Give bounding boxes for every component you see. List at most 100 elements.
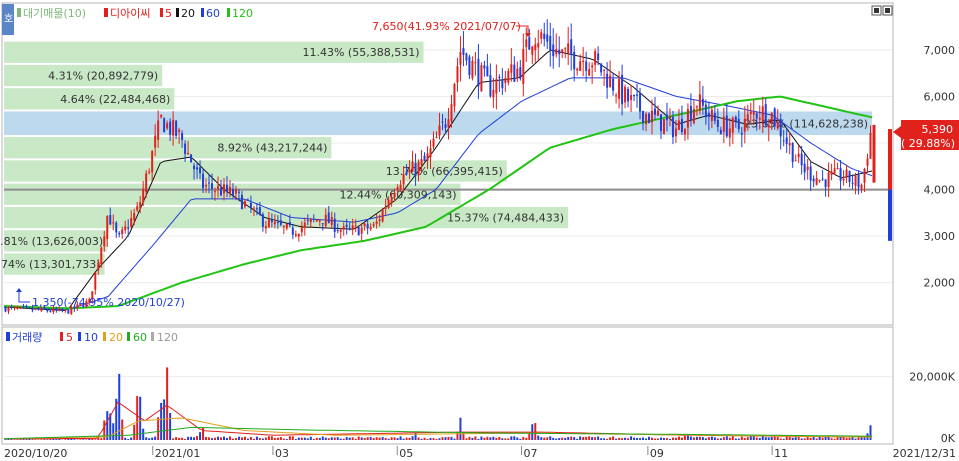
- candle-body: [294, 234, 297, 236]
- price-panel-minimize-button[interactable]: [871, 5, 882, 16]
- volume-profile-label: 11.43% (55,388,531): [302, 46, 419, 59]
- candle-body: [52, 308, 55, 312]
- legend-ma60: 60: [206, 7, 220, 20]
- candle: [662, 118, 665, 135]
- volume-bar: [73, 439, 76, 440]
- volume-bar: [366, 437, 369, 440]
- candle-body: [438, 125, 441, 136]
- volume-bar: [306, 438, 309, 440]
- candle-body: [689, 105, 692, 121]
- volume-profile-label: 15.37% (74,484,433): [447, 212, 564, 225]
- volume-bar: [270, 436, 273, 440]
- candle-body: [863, 169, 866, 183]
- candle-body: [136, 206, 139, 211]
- candle-body: [522, 49, 525, 84]
- candle-body: [178, 129, 181, 132]
- candle-body: [821, 178, 824, 180]
- candle-body: [588, 69, 591, 76]
- candle-body: [764, 104, 767, 125]
- volume-bar: [420, 438, 423, 440]
- legend-ma5-swatch: [160, 8, 163, 17]
- candle-body: [381, 209, 384, 222]
- candle-body: [869, 132, 872, 159]
- candle-body: [636, 94, 639, 96]
- candle-body: [222, 184, 225, 194]
- candle-body: [618, 79, 621, 99]
- candle-body: [441, 121, 444, 123]
- volume-bar: [662, 437, 665, 440]
- volume-bar: [815, 438, 818, 440]
- volume-bar: [336, 437, 339, 440]
- volume-bar: [477, 438, 480, 440]
- legend-ma20-swatch: [176, 8, 179, 17]
- candle: [67, 309, 70, 314]
- candle-body: [749, 111, 752, 115]
- candle-body: [172, 120, 175, 136]
- volume-bar: [630, 436, 633, 440]
- volume-legend-ma120-swatch: [151, 332, 154, 341]
- price-tick-label: 2,000: [924, 277, 956, 290]
- volume-bar: [429, 437, 432, 440]
- candle-body: [264, 226, 267, 229]
- candle-body: [710, 109, 713, 122]
- volume-bar: [55, 439, 58, 440]
- volume-legend-swatch: [6, 332, 10, 341]
- volume-bar: [716, 438, 719, 440]
- candle-body: [273, 221, 276, 225]
- change-up-bar: [888, 129, 892, 190]
- volume-bar: [303, 437, 306, 440]
- volume-bar: [181, 437, 184, 440]
- volume-bar: [501, 438, 504, 440]
- volume-profile-band: 11.43% (55,388,531): [4, 41, 424, 63]
- volume-bar: [782, 438, 785, 440]
- candle-body: [133, 212, 136, 221]
- volume-bar: [258, 438, 261, 440]
- candle-body: [462, 48, 465, 55]
- candle-body: [300, 227, 303, 233]
- volume-bar: [767, 437, 770, 440]
- date-tick-label: 09: [650, 447, 664, 460]
- mode-button-label: 호: [4, 13, 13, 25]
- candle-body: [854, 175, 857, 186]
- candle-body: [447, 119, 450, 128]
- candle-body: [842, 178, 845, 181]
- candle-body: [606, 73, 609, 88]
- candle-body: [671, 117, 674, 138]
- volume-bar: [447, 436, 450, 440]
- volume-bar: [67, 438, 70, 440]
- volume-legend-ma10-swatch: [78, 332, 81, 341]
- candle-body: [411, 161, 414, 172]
- candle-body: [651, 110, 654, 123]
- volume-bar: [516, 437, 519, 440]
- volume-bar: [633, 437, 636, 440]
- volume-bar: [701, 437, 704, 440]
- candle-body: [369, 227, 372, 230]
- volume-bar: [525, 437, 528, 440]
- volume-bar: [267, 436, 270, 440]
- price-panel-close-button[interactable]: [882, 5, 893, 16]
- volume-profile-label: 2.74% (13,301,733): [0, 258, 101, 271]
- volume-bar: [279, 437, 282, 440]
- candle-body: [746, 114, 749, 121]
- volume-bar: [133, 424, 136, 440]
- candle-body: [387, 200, 390, 209]
- volume-bar: [522, 436, 525, 440]
- volume-bar: [243, 436, 246, 440]
- volume-bar: [342, 438, 345, 440]
- volume-bar: [528, 433, 531, 440]
- candle-body: [163, 118, 166, 133]
- last-price-flag: 5,390 ( 29.88%): [893, 120, 959, 150]
- candle-body: [384, 207, 387, 209]
- volume-bar: [627, 438, 630, 440]
- volume-bar: [618, 438, 621, 440]
- candle-body: [396, 187, 399, 191]
- candle-body: [791, 142, 794, 163]
- volume-bar: [546, 437, 549, 440]
- volume-bar: [225, 438, 228, 440]
- volume-bar: [196, 436, 199, 440]
- volume-bar: [567, 437, 570, 440]
- volume-bar: [459, 417, 462, 440]
- volume-bar: [698, 436, 701, 440]
- candle-body: [704, 104, 707, 118]
- volume-bar: [624, 437, 627, 440]
